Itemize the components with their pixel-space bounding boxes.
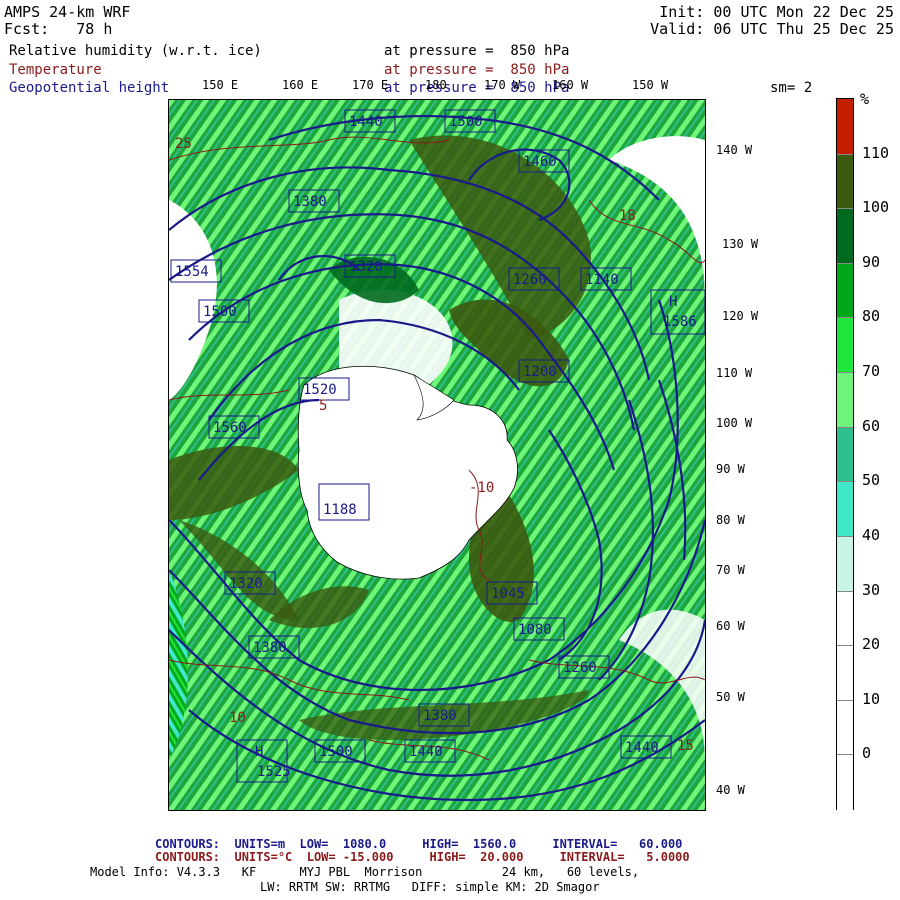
lon-label-top: 170 E (352, 78, 389, 92)
svg-text:H: H (669, 294, 677, 310)
init-time: Init: 00 UTC Mon 22 Dec 25 (659, 3, 894, 21)
colorbar-segment (837, 208, 853, 264)
colorbar-tick-label: 20 (862, 635, 881, 654)
lon-label-right: 140 W (716, 143, 753, 157)
colorbar-segment (837, 699, 853, 756)
lon-label-top: 150 E (202, 78, 239, 92)
height-label: 1200 (523, 364, 557, 380)
colorbar-segment (837, 317, 853, 374)
colorbar-segment (837, 262, 853, 319)
lon-label-right: 90 W (716, 462, 745, 476)
lon-label-right: 130 W (722, 237, 759, 251)
map-panel: 1440 1500 1460 1380 1260 1320 1200 1140 … (168, 99, 706, 811)
colorbar-segment (837, 645, 853, 701)
temp-label: 10 (229, 710, 246, 726)
lon-label-right: 50 W (716, 690, 745, 704)
lon-label-right: 120 W (722, 309, 759, 323)
height-label: 1500 (319, 744, 353, 760)
field-temp-name: Temperature (9, 62, 102, 78)
colorbar-tick-label: 110 (862, 143, 890, 162)
colorbar (836, 98, 854, 810)
height-label: 1380 (423, 708, 457, 724)
temp-label: 15 (677, 738, 694, 754)
lon-label-right: 100 W (716, 416, 753, 430)
colorbar-segment (837, 153, 853, 210)
height-label: 1554 (175, 264, 209, 280)
temp-label: 5 (319, 398, 327, 414)
colorbar-tick-label: 100 (862, 198, 890, 217)
temperature-contour-info: CONTOURS: UNITS=°C LOW= -15.000 HIGH= 20… (155, 850, 690, 864)
temp-label: 25 (175, 136, 192, 152)
lon-label-top: 160 W (552, 78, 589, 92)
field-height-name: Geopotential height (9, 80, 170, 96)
lon-label-right: 40 W (716, 783, 745, 797)
colorbar-segment (837, 590, 853, 647)
lon-label-right: 110 W (716, 366, 753, 380)
colorbar-tick-label: 80 (862, 307, 881, 326)
model-title: AMPS 24-km WRF (4, 3, 131, 21)
height-label: 1045 (491, 586, 525, 602)
valid-time: Valid: 06 UTC Thu 25 Dec 25 (650, 20, 894, 38)
physics-info: LW: RRTM SW: RRTMG DIFF: simple KM: 2D S… (260, 880, 600, 894)
colorbar-tick-label: 60 (862, 416, 881, 435)
temp-label: 18 (619, 208, 636, 224)
field-rh-name: Relative humidity (w.r.t. ice) (9, 43, 262, 59)
height-label: 1188 (323, 502, 357, 518)
height-label: 1380 (253, 640, 287, 656)
height-label: 1380 (293, 194, 327, 210)
height-label: 1525 (257, 764, 291, 780)
colorbar-tick-label: 70 (862, 362, 881, 381)
height-label: 1080 (518, 622, 552, 638)
height-label: 1320 (349, 259, 383, 275)
field-rh-level: at pressure = 850 hPa (384, 43, 570, 59)
height-label: 1500 (449, 114, 483, 130)
colorbar-tick-label: 40 (862, 525, 881, 544)
lon-label-top: 170 W (484, 78, 521, 92)
forecast-hour: Fcst: 78 h (4, 20, 113, 38)
colorbar-segment (837, 754, 853, 810)
colorbar-tick-label: 50 (862, 471, 881, 490)
colorbar-unit: % (860, 90, 870, 108)
colorbar-segment (837, 99, 853, 154)
height-label: 1440 (349, 114, 383, 130)
svg-text:H: H (255, 744, 263, 760)
height-label: 1520 (303, 382, 337, 398)
height-label: 1440 (625, 740, 659, 756)
smoothing-label: sm= 2 (770, 80, 813, 96)
height-label: 1460 (523, 154, 557, 170)
lon-label-right: 80 W (716, 513, 745, 527)
colorbar-segment (837, 481, 853, 537)
colorbar-tick-label: 10 (862, 689, 881, 708)
lon-label-right: 70 W (716, 563, 745, 577)
field-temp-level: at pressure = 850 hPa (384, 62, 570, 78)
temp-label: -10 (469, 480, 494, 496)
height-label: 1260 (563, 660, 597, 676)
colorbar-tick-label: 0 (862, 744, 872, 763)
height-label: 1140 (585, 272, 619, 288)
colorbar-segment (837, 372, 853, 428)
colorbar-segment (837, 426, 853, 483)
height-label: 1260 (513, 272, 547, 288)
map-svg: 1440 1500 1460 1380 1260 1320 1200 1140 … (169, 100, 705, 810)
height-label: 1320 (229, 576, 263, 592)
colorbar-tick-label: 30 (862, 580, 881, 599)
model-info: Model Info: V4.3.3 KF MYJ PBL Morrison 2… (90, 865, 640, 879)
colorbar-segment (837, 535, 853, 592)
height-label: 1586 (663, 314, 697, 330)
lon-label-top: 160 E (282, 78, 319, 92)
height-label: 1560 (213, 420, 247, 436)
lon-label-top: 180 (425, 78, 447, 92)
height-label: 1500 (203, 304, 237, 320)
colorbar-tick-label: 90 (862, 252, 881, 271)
lon-label-top: 150 W (632, 78, 669, 92)
field-height-level: at pressure = 850 hPa (384, 80, 570, 96)
height-label: 1440 (409, 744, 443, 760)
lon-label-right: 60 W (716, 619, 745, 633)
